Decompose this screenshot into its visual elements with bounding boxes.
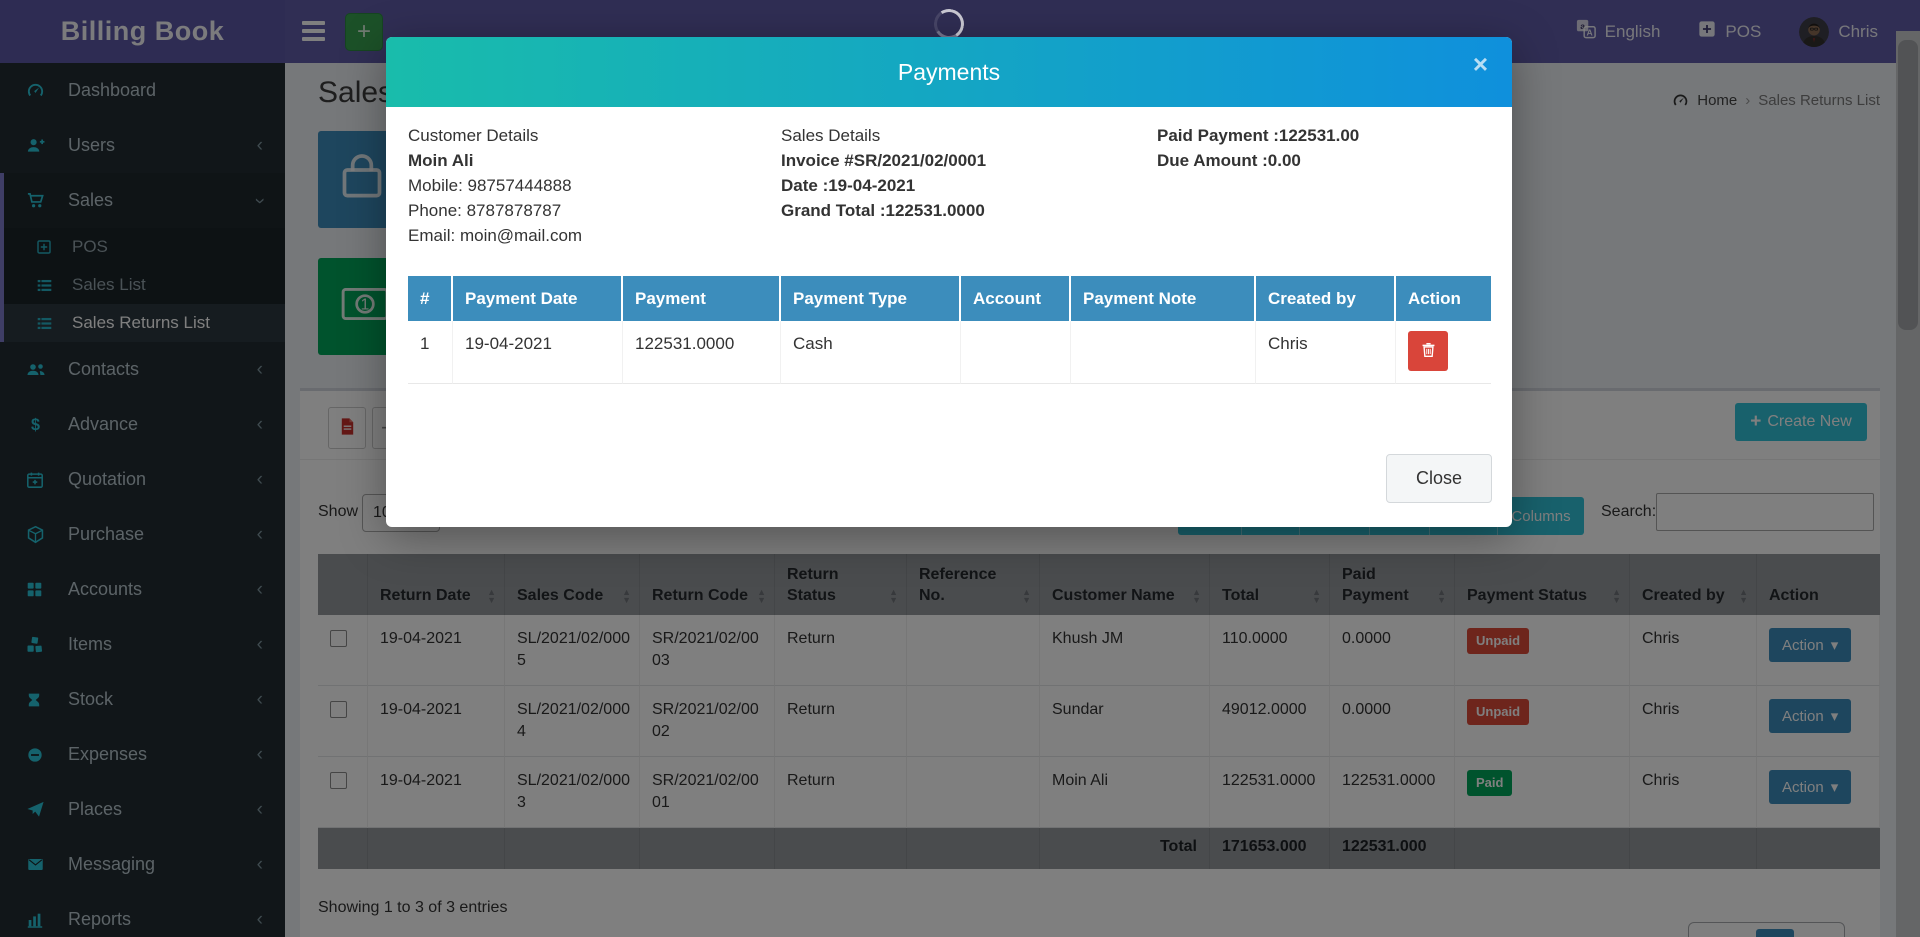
payments-column-header-payment-note: Payment Note (1071, 276, 1256, 321)
sales-details: Sales Details Invoice #SR/2021/02/0001 D… (781, 123, 986, 223)
customer-mobile: Mobile: 98757444888 (408, 173, 582, 198)
modal-header: Payments × (386, 37, 1512, 107)
payments-cell-created-by: Chris (1256, 321, 1396, 384)
payments-cell-account (961, 321, 1071, 384)
payments-column-header-: # (408, 276, 453, 321)
invoice-number: Invoice #SR/2021/02/0001 (781, 148, 986, 173)
payments-table-row: 119-04-2021122531.0000Cash Chris (408, 321, 1491, 384)
page: Billing Book + aA English POS Chris Dash… (0, 0, 1920, 937)
payments-cell-action (1396, 321, 1491, 384)
customer-details: Customer Details Moin Ali Mobile: 987574… (408, 123, 582, 248)
close-button[interactable]: Close (1386, 454, 1492, 503)
payments-column-header-payment-type: Payment Type (781, 276, 961, 321)
customer-email: Email: moin@mail.com (408, 223, 582, 248)
trash-icon (1420, 341, 1437, 361)
payments-column-header-account: Account (961, 276, 1071, 321)
due-amount: Due Amount :0.00 (1157, 148, 1359, 173)
modal-title: Payments (898, 59, 1000, 86)
payments-column-header-created-by: Created by (1256, 276, 1396, 321)
payments-cell-payment: 122531.0000 (623, 321, 781, 384)
payments-table: #Payment DatePaymentPayment TypeAccountP… (408, 276, 1491, 384)
sales-details-heading: Sales Details (781, 123, 986, 148)
payments-column-header-payment-date: Payment Date (453, 276, 623, 321)
payments-table-header: #Payment DatePaymentPayment TypeAccountP… (408, 276, 1491, 321)
paid-payment: Paid Payment :122531.00 (1157, 123, 1359, 148)
payments-cell-payment-note (1071, 321, 1256, 384)
payments-cell-: 1 (408, 321, 453, 384)
close-icon[interactable]: × (1473, 51, 1488, 77)
delete-payment-button[interactable] (1408, 331, 1448, 371)
payments-column-header-payment: Payment (623, 276, 781, 321)
payments-cell-payment-date: 19-04-2021 (453, 321, 623, 384)
sale-date: Date :19-04-2021 (781, 173, 986, 198)
payments-column-header-action: Action (1396, 276, 1491, 321)
payment-summary: Paid Payment :122531.00 Due Amount :0.00 (1157, 123, 1359, 173)
customer-phone: Phone: 8787878787 (408, 198, 582, 223)
payments-modal: Payments × Customer Details Moin Ali Mob… (386, 37, 1512, 527)
customer-name: Moin Ali (408, 148, 582, 173)
payments-cell-payment-type: Cash (781, 321, 961, 384)
grand-total: Grand Total :122531.0000 (781, 198, 986, 223)
customer-details-heading: Customer Details (408, 123, 582, 148)
